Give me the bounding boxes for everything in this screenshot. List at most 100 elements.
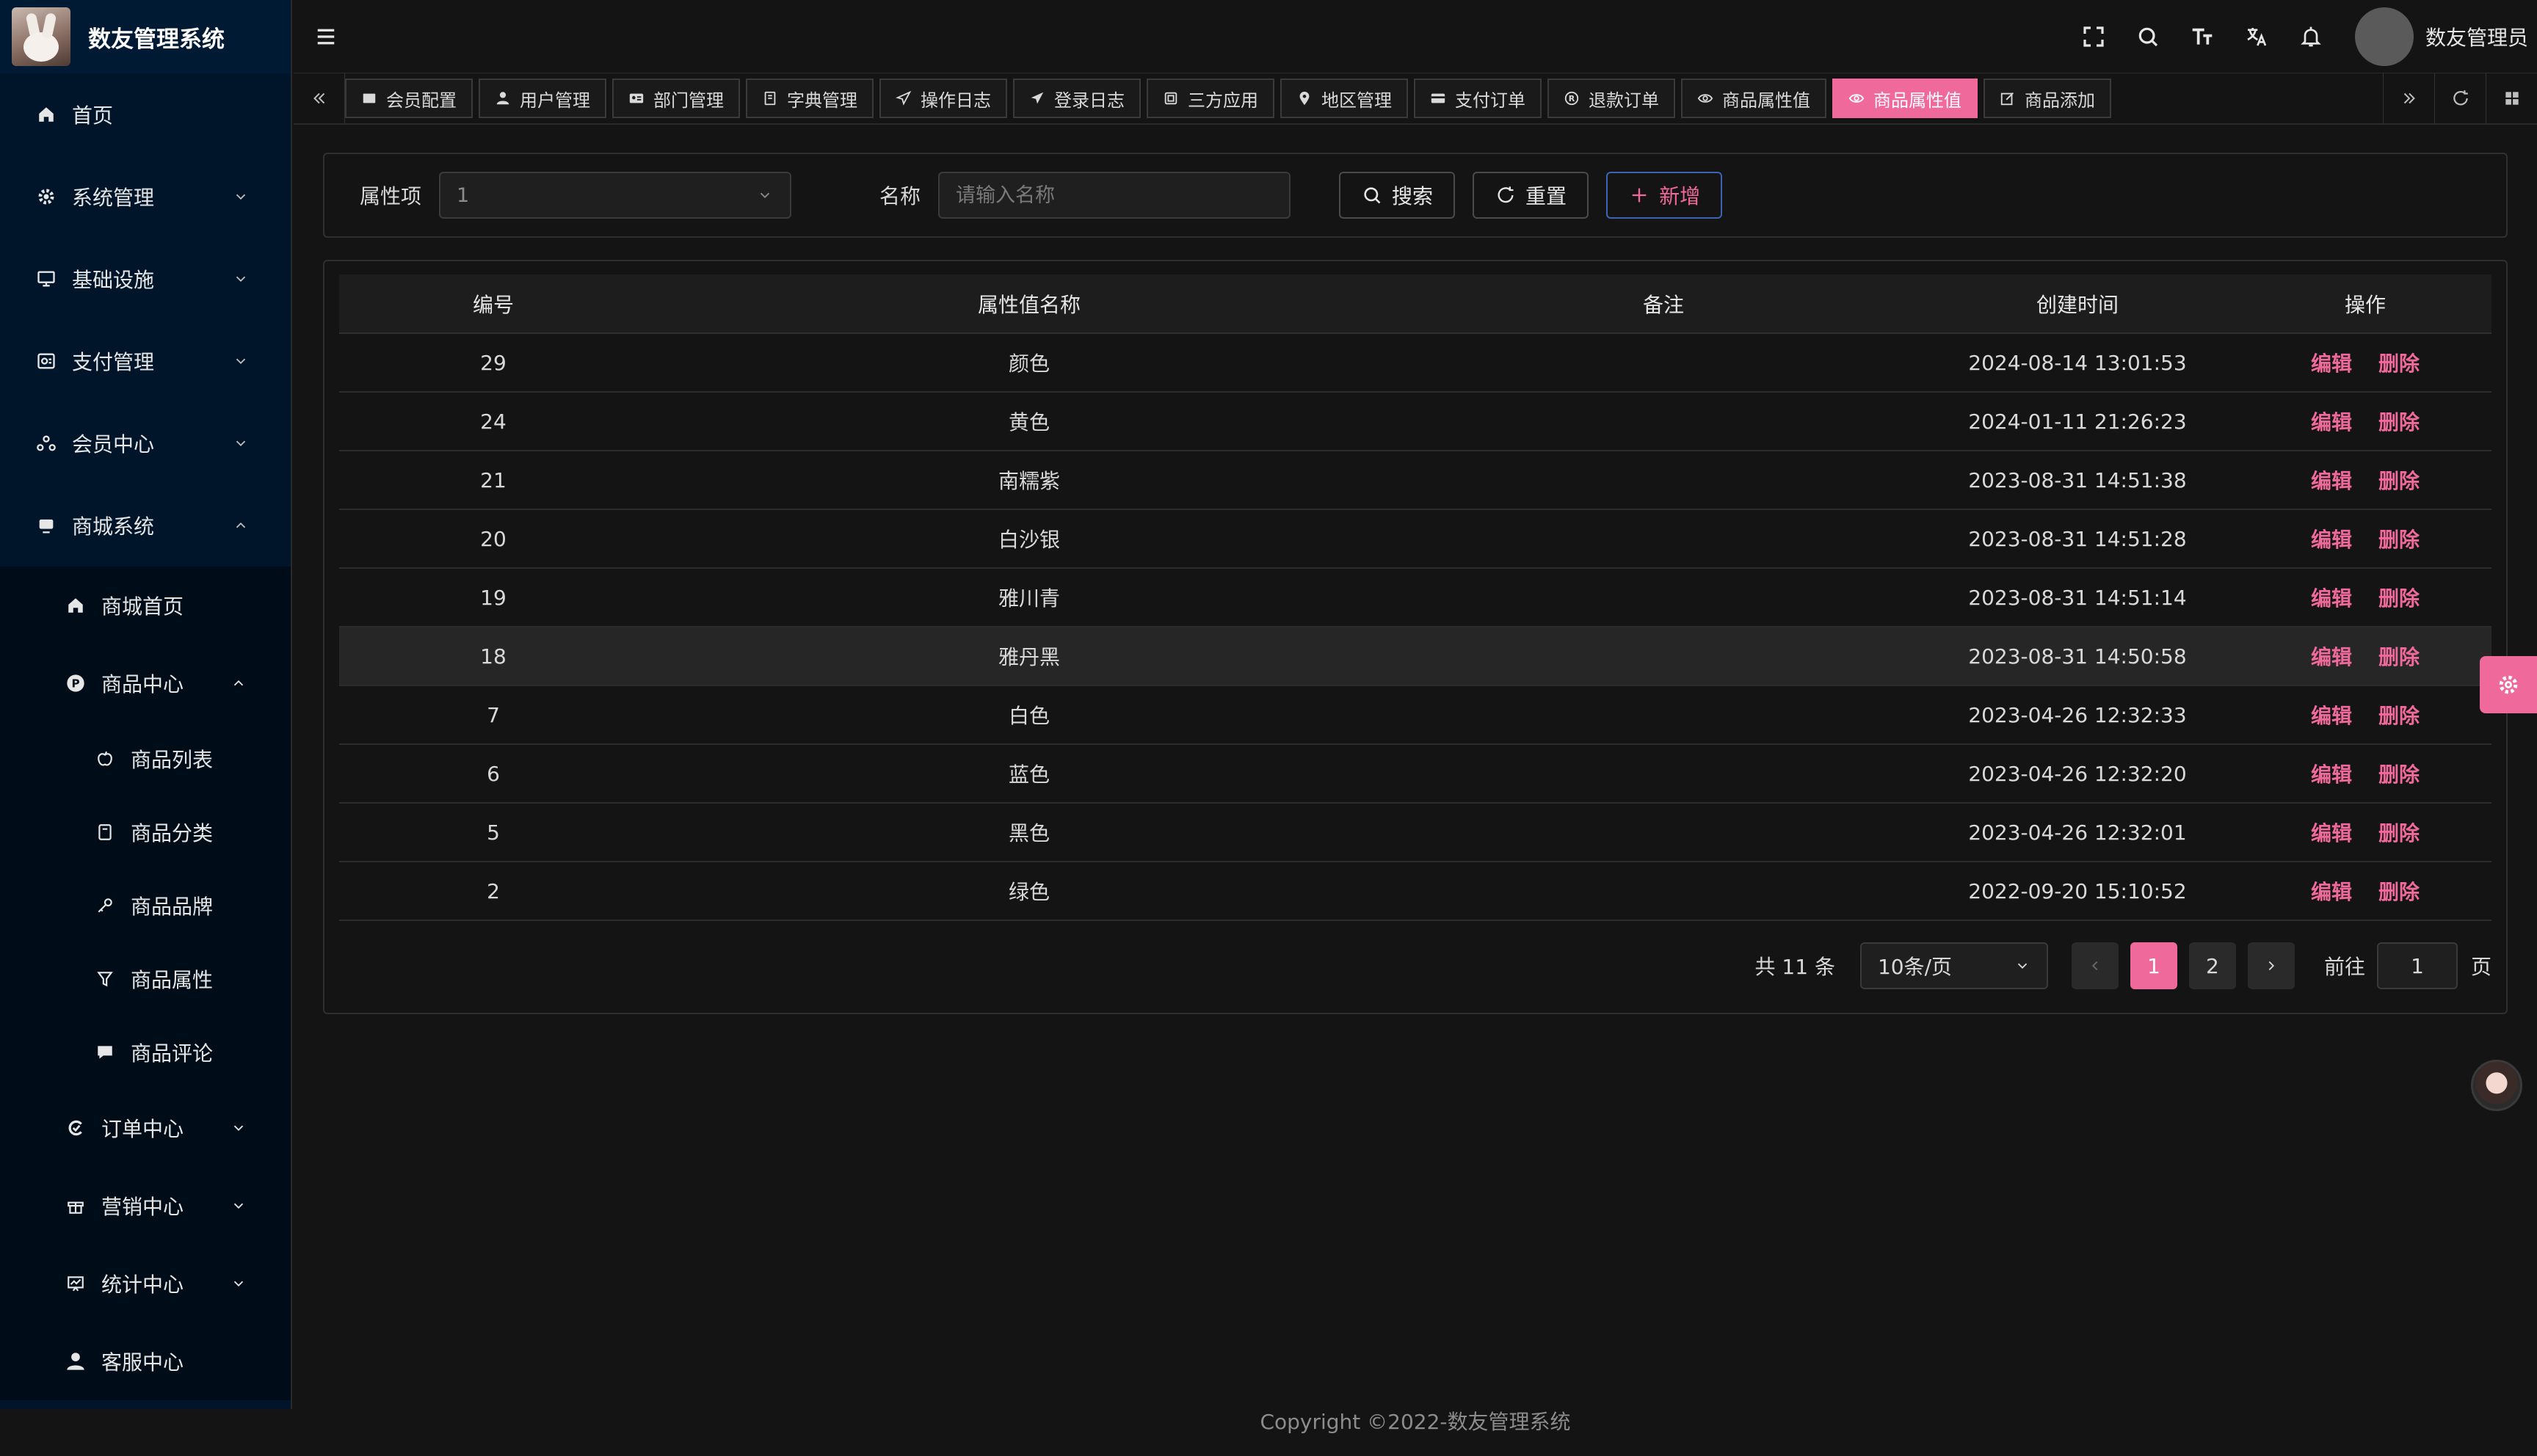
chevron-down-icon: [232, 271, 250, 287]
tab-label: 部门管理: [653, 90, 724, 111]
attr-select[interactable]: 1: [439, 172, 792, 219]
search-form: 属性项 1 名称 搜索 重置 新增: [323, 153, 2508, 238]
sidebar-item-product-brand[interactable]: 商品品牌: [0, 869, 291, 942]
goto-page-input[interactable]: [2376, 942, 2458, 989]
tabs-scroll-right-icon[interactable]: [2383, 73, 2434, 124]
sidebar-item-product-comment[interactable]: 商品评论: [0, 1016, 291, 1089]
chevron-down-icon: [232, 435, 250, 451]
edit-button[interactable]: 编辑: [2311, 352, 2352, 376]
sidebar-item-home[interactable]: 首页: [0, 73, 291, 156]
cell-actions: 编辑 删除: [2239, 803, 2491, 862]
translate-icon[interactable]: [2242, 22, 2271, 51]
font-size-icon[interactable]: [2188, 22, 2217, 51]
cell-name: 雅川青: [647, 568, 1411, 627]
sidebar-item-product-center[interactable]: P 商品中心: [0, 644, 291, 722]
tab-5[interactable]: 登录日志: [1013, 79, 1141, 118]
reset-button[interactable]: 重置: [1473, 172, 1589, 219]
settings-float-button[interactable]: [2480, 656, 2537, 713]
delete-button[interactable]: 删除: [2378, 645, 2420, 669]
edit-button[interactable]: 编辑: [2311, 821, 2352, 845]
sidebar-item-product-category[interactable]: 商品分类: [0, 796, 291, 869]
page-button-1[interactable]: 1: [2130, 942, 2177, 989]
edit-button[interactable]: 编辑: [2311, 704, 2352, 728]
edit-button[interactable]: 编辑: [2311, 880, 2352, 904]
bell-icon[interactable]: [2296, 22, 2326, 51]
search-icon: [1361, 185, 1383, 205]
user-icon: [65, 1351, 87, 1372]
tab-1[interactable]: 用户管理: [479, 79, 606, 118]
edit-button[interactable]: 编辑: [2311, 528, 2352, 552]
sidebar-item-product-list[interactable]: 商品列表: [0, 722, 291, 796]
edit-button[interactable]: 编辑: [2311, 762, 2352, 787]
tab-8[interactable]: 支付订单: [1414, 79, 1542, 118]
tab-4[interactable]: 操作日志: [879, 79, 1007, 118]
sidebar-item-product-attribute[interactable]: 商品属性: [0, 942, 291, 1016]
page-button-2[interactable]: 2: [2188, 942, 2236, 989]
assistant-avatar[interactable]: [2471, 1060, 2522, 1111]
edit-button[interactable]: 编辑: [2311, 586, 2352, 611]
cell-id: 7: [339, 685, 647, 745]
sidebar-item-order-center[interactable]: 订单中心: [0, 1089, 291, 1167]
cell-created: 2023-04-26 12:32:20: [1916, 744, 2239, 804]
menu-toggle-icon[interactable]: [311, 26, 341, 48]
delete-button[interactable]: 删除: [2378, 586, 2420, 611]
search-icon[interactable]: [2133, 22, 2163, 51]
sidebar-item-infrastructure[interactable]: 基础设施: [0, 238, 291, 320]
sidebar-item-label: 营销中心: [101, 1195, 184, 1219]
delete-button[interactable]: 删除: [2378, 469, 2420, 493]
delete-button[interactable]: 删除: [2378, 880, 2420, 904]
delete-button[interactable]: 删除: [2378, 762, 2420, 787]
cell-name: 白沙银: [647, 509, 1411, 569]
sidebar-item-service-center[interactable]: 客服中心: [0, 1322, 291, 1400]
tab-11[interactable]: 商品属性值: [1832, 79, 1978, 118]
delete-button[interactable]: 删除: [2378, 352, 2420, 376]
add-button[interactable]: 新增: [1606, 172, 1723, 219]
edit-button[interactable]: 编辑: [2311, 645, 2352, 669]
column-header-created: 创建时间: [1916, 274, 2239, 334]
attr-label: 属性项: [360, 184, 422, 208]
grid-menu-icon[interactable]: [2486, 73, 2537, 124]
app-title: 数友管理系统: [88, 26, 225, 53]
tab-2[interactable]: 部门管理: [612, 79, 740, 118]
tab-10[interactable]: 商品属性值: [1681, 79, 1826, 118]
sidebar-item-marketing-center[interactable]: 营销中心: [0, 1167, 291, 1245]
avatar[interactable]: [2354, 7, 2414, 66]
category-icon: [94, 823, 116, 842]
delete-button[interactable]: 删除: [2378, 821, 2420, 845]
delete-button[interactable]: 删除: [2378, 528, 2420, 552]
id-card-icon: [628, 90, 645, 106]
tabs-scroll-left-icon[interactable]: [294, 73, 345, 124]
tab-6[interactable]: 三方应用: [1147, 79, 1274, 118]
sidebar-item-members[interactable]: 会员中心: [0, 402, 291, 484]
cell-remark: [1411, 685, 1916, 745]
sidebar-item-label: 统计中心: [101, 1273, 184, 1297]
tab-0[interactable]: 会员配置: [345, 79, 473, 118]
page-size-select[interactable]: 10条/页: [1859, 942, 2048, 989]
tab-9[interactable]: R 退款订单: [1547, 79, 1675, 118]
edit-button[interactable]: 编辑: [2311, 410, 2352, 434]
sidebar-item-shop[interactable]: 商城系统: [0, 484, 291, 567]
search-button[interactable]: 搜索: [1339, 172, 1456, 219]
cell-id: 5: [339, 803, 647, 862]
tab-12[interactable]: 商品添加: [1983, 79, 2111, 118]
sidebar-item-payment[interactable]: 支付管理: [0, 320, 291, 402]
edit-button[interactable]: 编辑: [2311, 469, 2352, 493]
attribute-icon: [94, 969, 116, 989]
tab-7[interactable]: 地区管理: [1280, 79, 1408, 118]
name-input[interactable]: [938, 172, 1291, 219]
delete-button[interactable]: 删除: [2378, 704, 2420, 728]
delete-button[interactable]: 删除: [2378, 410, 2420, 434]
sidebar-item-system[interactable]: 系统管理: [0, 156, 291, 238]
logo-bar[interactable]: 数友管理系统: [0, 0, 291, 73]
next-page-button[interactable]: [2247, 942, 2295, 989]
user-name[interactable]: 数友管理员: [2425, 22, 2528, 51]
refresh-icon[interactable]: [2434, 73, 2486, 124]
fullscreen-icon[interactable]: [2079, 22, 2108, 51]
tab-3[interactable]: 字典管理: [746, 79, 874, 118]
tab-label: 商品属性值: [1722, 90, 1810, 111]
sidebar-item-stats-center[interactable]: 统计中心: [0, 1245, 291, 1322]
cell-created: 2023-08-31 14:51:38: [1916, 451, 2239, 510]
sidebar-item-shop-home[interactable]: 商城首页: [0, 567, 291, 644]
prev-page-button[interactable]: [2071, 942, 2119, 989]
chevron-up-icon: [228, 675, 250, 691]
